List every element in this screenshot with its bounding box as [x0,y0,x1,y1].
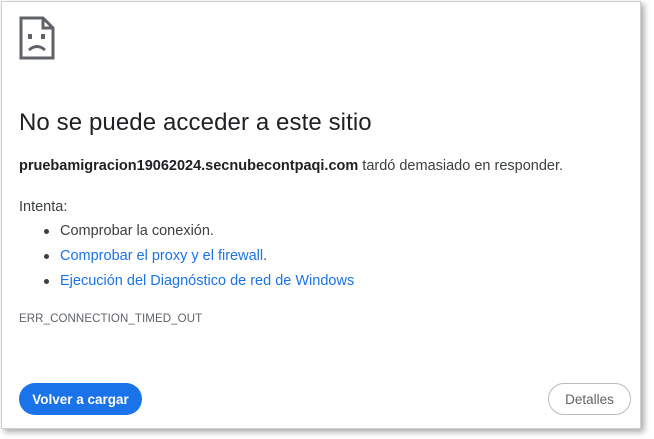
bullet-icon [44,229,49,234]
suggestion-run-diagnostics: Ejecución del Diagnóstico de red de Wind… [19,271,354,296]
network-diagnostics-link[interactable]: Ejecución del Diagnóstico de red de Wind… [60,273,354,289]
suggestion-text: Comprobar la conexión. [60,223,214,239]
error-code: ERR_CONNECTION_TIMED_OUT [19,313,203,325]
bullet-icon [44,254,49,259]
reload-button[interactable]: Volver a cargar [19,383,142,415]
suggestion-trailing: . [263,248,268,264]
bullet-icon [44,279,49,284]
suggestion-check-connection: Comprobar la conexión. [19,221,354,246]
browser-error-page: No se puede acceder a este sitio pruebam… [1,1,641,429]
suggestion-check-proxy: Comprobar el proxy y el firewall. [19,246,354,271]
suggestion-list: Comprobar la conexión. Comprobar el prox… [19,221,354,296]
details-button[interactable]: Detalles [548,383,631,415]
sad-page-icon [19,16,55,60]
try-label: Intenta: [19,199,68,215]
page-title: No se puede acceder a este sitio [19,109,372,136]
check-proxy-firewall-link[interactable]: Comprobar el proxy y el firewall [60,248,263,264]
summary-suffix: tardó demasiado en responder. [358,158,564,174]
site-host: pruebamigracion19062024.secnubecontpaqi.… [19,158,359,174]
error-summary: pruebamigracion19062024.secnubecontpaqi.… [19,158,563,174]
